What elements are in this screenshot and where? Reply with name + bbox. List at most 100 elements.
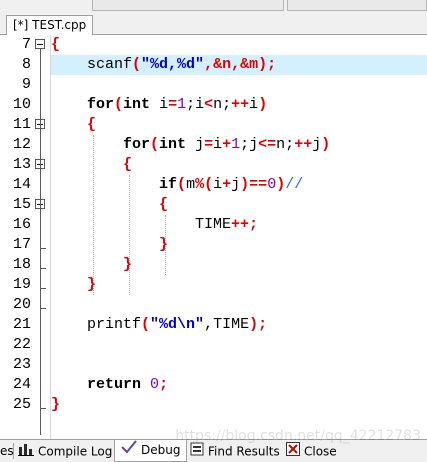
bar-chart-icon	[18, 442, 34, 462]
code-line: TIME++;	[0, 215, 427, 235]
code-token: m	[186, 176, 196, 193]
line-number: 9	[21, 76, 31, 93]
code-token: +	[222, 136, 232, 153]
code-token: printf	[87, 316, 142, 333]
line-number: 20	[12, 296, 31, 313]
code-token: (	[141, 316, 151, 333]
code-token: ;i	[186, 96, 205, 113]
line-number: 22	[12, 336, 31, 353]
line-number: 23	[12, 356, 31, 373]
brace: {	[87, 116, 97, 133]
tab-close[interactable]: Close	[286, 442, 337, 461]
editor-tab-bar: [*] TEST.cpp	[0, 12, 427, 35]
file-tab-test-cpp[interactable]: [*] TEST.cpp	[6, 15, 94, 35]
code-token: );	[249, 316, 268, 333]
code-token: i	[150, 96, 169, 113]
code-line: for(int j=i+1;j<=n;++j)	[0, 135, 427, 155]
keyword: if	[159, 176, 178, 193]
code-token: j	[312, 136, 322, 153]
code-token: ++	[231, 96, 250, 113]
code-token: ++;	[231, 216, 259, 233]
code-token: ==	[249, 176, 268, 193]
code-token: =	[204, 136, 214, 153]
bottom-panel-tabs: es Compile Log Debug Find Results Close	[0, 439, 427, 462]
fold-end	[40, 308, 46, 309]
code-line: }	[0, 255, 427, 275]
tab-label: Find Results	[208, 444, 280, 459]
number-literal: 1	[177, 96, 187, 113]
code-token: (	[204, 176, 214, 193]
code-token: (	[132, 56, 142, 73]
keyword: for	[87, 96, 115, 113]
code-token: n;	[213, 96, 232, 113]
code-token: ++	[294, 136, 313, 153]
code-token: j	[186, 136, 205, 153]
code-token: ;	[159, 376, 169, 393]
string-literal: "%d\n"	[150, 316, 205, 333]
brace: }	[123, 256, 133, 273]
code-token: ,&n,&m	[204, 56, 259, 73]
keyword: return	[87, 376, 142, 393]
tab-divider	[13, 443, 14, 459]
comment: //	[285, 176, 304, 193]
code-line: {	[0, 115, 427, 135]
code-token: (	[114, 96, 124, 113]
code-token: )	[240, 176, 250, 193]
code-token: i	[213, 136, 223, 153]
code-line: return 0;	[0, 375, 427, 395]
tab-partial[interactable]: es	[0, 442, 14, 461]
brace: {	[159, 196, 169, 213]
keyword: int	[159, 136, 187, 153]
code-token: )	[321, 136, 331, 153]
brace: }	[159, 236, 169, 253]
code-line: {	[0, 35, 427, 55]
tab-label: es	[0, 444, 14, 458]
close-icon	[286, 442, 300, 462]
code-token: %	[195, 176, 205, 193]
code-line-current: scanf("%d,%d",&n,&m);	[0, 55, 427, 75]
tab-label: Close	[304, 444, 337, 459]
code-token: );	[258, 56, 277, 73]
code-token: (	[177, 176, 187, 193]
code-line: {	[0, 155, 427, 175]
code-line: {	[0, 195, 427, 215]
number-literal: 1	[231, 136, 241, 153]
tab-label: Debug	[141, 443, 181, 457]
code-token: (	[150, 136, 160, 153]
keyword: for	[123, 136, 151, 153]
code-token: <=	[258, 136, 277, 153]
code-line: if(m%(i+j)==0)//	[0, 175, 427, 195]
brace: {	[123, 156, 133, 173]
top-strip-segment	[92, 0, 284, 11]
tab-compile-log[interactable]: Compile Log	[18, 442, 112, 461]
tab-label: Compile Log	[38, 444, 113, 459]
keyword: int	[123, 96, 151, 113]
code-line: }	[0, 275, 427, 295]
tab-debug[interactable]: Debug	[114, 440, 188, 462]
code-token: +	[222, 176, 232, 193]
brace: {	[51, 36, 61, 53]
code-token: =	[168, 96, 178, 113]
code-line: for(int i=1;i<n;++i)	[0, 95, 427, 115]
string-literal: "%d,%d"	[141, 56, 205, 73]
code-token: scanf	[87, 56, 133, 73]
top-strip-segment	[287, 0, 427, 11]
brace: }	[51, 396, 61, 413]
code-token: n;	[276, 136, 295, 153]
number-literal: 0	[150, 376, 160, 393]
code-token: TIME	[195, 216, 232, 233]
tab-find-results[interactable]: Find Results	[190, 442, 280, 461]
code-token: <	[204, 96, 214, 113]
code-line: }	[0, 395, 427, 415]
code-token: i	[249, 96, 259, 113]
code-token: )	[276, 176, 286, 193]
code-editor[interactable]: 7 8 9 10 11 12 13 14 15 16 17 18 19 20 21 22 23 24 25 { sc…	[0, 35, 427, 439]
code-token: )	[258, 96, 268, 113]
number-literal: 0	[267, 176, 277, 193]
find-results-icon	[190, 442, 204, 462]
code-line: }	[0, 235, 427, 255]
code-token: j	[231, 176, 241, 193]
code-token: i	[213, 176, 223, 193]
code-token: ;j	[240, 136, 259, 153]
check-icon	[121, 440, 137, 461]
